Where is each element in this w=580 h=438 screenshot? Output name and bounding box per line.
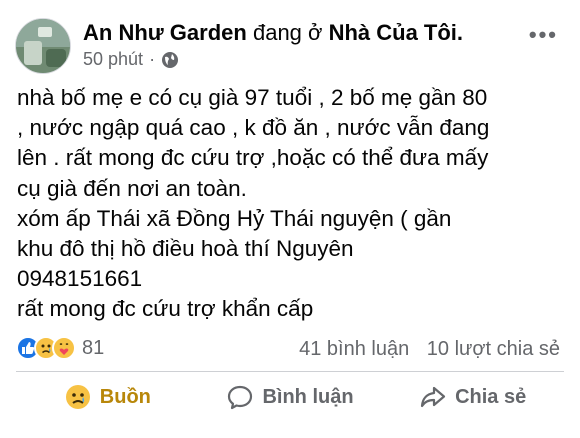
sad-face-icon (64, 383, 92, 411)
avatar-detail (24, 41, 42, 65)
post-text-line: nhà bố mẹ e có cụ già 97 tuổi , 2 bố mẹ … (17, 85, 488, 110)
post-text-line: khu đô thị hồ điều hoà thí Nguyên (17, 236, 354, 262)
meta-separator: · (149, 49, 156, 69)
reaction-button[interactable]: Buồn (16, 373, 199, 421)
post-text-line: xóm ấp Thái xã Đồng Hỷ Thái nguyện ( gần (17, 205, 452, 231)
post-text: nhà bố mẹ e có cụ già 97 tuổi , 2 bố mẹ … (17, 83, 572, 325)
more-options-icon[interactable]: ••• (529, 22, 558, 48)
comment-button[interactable]: Bình luận (199, 373, 382, 421)
care-reaction-icon (52, 336, 76, 360)
reaction-summary[interactable]: 81 (16, 336, 104, 360)
action-divider (16, 371, 564, 372)
checkin-action-text: đang ở (252, 20, 323, 45)
engagement-stats: 41 bình luận 10 lượt chia sẻ (299, 337, 560, 361)
share-count-link[interactable]: 10 lượt chia sẻ (427, 338, 560, 360)
post-timestamp[interactable]: 50 phút (83, 48, 143, 70)
post-meta: 50 phút · (83, 48, 179, 70)
post-text-line: , nước ngập quá cao , k đồ ăn , nước vẫn… (17, 115, 490, 141)
share-icon (419, 383, 447, 411)
globe-icon (161, 51, 179, 69)
action-bar: Buồn Bình luận Chia sẻ (16, 373, 564, 421)
avatar-detail (46, 49, 66, 67)
comment-count-link[interactable]: 41 bình luận (299, 338, 409, 360)
author-avatar[interactable] (15, 18, 71, 74)
share-button-label: Chia sẻ (455, 385, 527, 408)
share-button[interactable]: Chia sẻ (381, 373, 564, 421)
comment-icon (226, 383, 254, 411)
post-text-line: cụ già đến nơi an toàn. (17, 175, 247, 201)
comment-button-label: Bình luận (262, 385, 354, 408)
checkin-place[interactable]: Nhà Của Tôi. (329, 20, 463, 45)
reaction-button-label: Buồn (99, 385, 151, 408)
post-header-line: An Như Garden đang ở Nhà Của Tôi. (83, 19, 463, 47)
reaction-count: 81 (82, 337, 105, 359)
author-name[interactable]: An Như Garden (83, 20, 247, 45)
avatar-detail (38, 27, 52, 37)
post-text-line: lên . rất mong đc cứu trợ ,hoặc có thể đ… (17, 145, 489, 171)
facebook-post: An Như Garden đang ở Nhà Của Tôi. 50 phú… (0, 0, 580, 438)
phone-number[interactable]: 0948151661 (17, 264, 572, 294)
post-text-line: rất mong đc cứu trợ khẩn cấp (17, 296, 314, 322)
